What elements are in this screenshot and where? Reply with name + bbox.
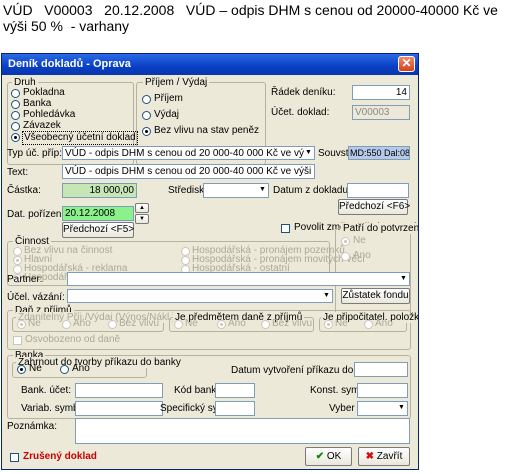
castka-field[interactable]: 18 000,00 bbox=[62, 183, 137, 198]
poznamka-field[interactable] bbox=[75, 418, 410, 444]
checkbox-icon bbox=[10, 453, 19, 462]
ok-button[interactable]: ✔ OK bbox=[305, 447, 352, 466]
close-button[interactable]: ✕ bbox=[398, 56, 415, 72]
radio-icon bbox=[181, 256, 190, 265]
dat-porizeni-label: Dat. pořízení: bbox=[7, 209, 68, 220]
radio-icon bbox=[17, 365, 26, 374]
zdanitelny-bez-vlivu-option[interactable]: Bez vlivu bbox=[108, 318, 160, 329]
zahrnout-ne-option[interactable]: Ne bbox=[17, 363, 52, 375]
zavrit-button[interactable]: ✖ Zavřít bbox=[358, 447, 410, 466]
bank-ucet-label: Bank. účet: bbox=[21, 385, 72, 396]
checkbox-icon bbox=[281, 224, 290, 233]
pripocitatel-ne-option[interactable]: Ne bbox=[324, 318, 359, 329]
radio-icon bbox=[11, 111, 20, 120]
variab-symbol-field[interactable] bbox=[75, 401, 163, 416]
ucet-doklad-label: Účet. doklad: bbox=[271, 107, 330, 118]
bez-vlivu-option[interactable]: Bez vlivu na stav peněz bbox=[142, 125, 262, 137]
castka-label: Částka: bbox=[7, 185, 41, 196]
date-spin-up-button[interactable]: ▲ bbox=[135, 203, 149, 213]
souvst-field: MD:550 Dal:080 bbox=[348, 146, 410, 160]
predmet-ano-option[interactable]: Ano bbox=[217, 318, 252, 329]
checkbox-icon bbox=[13, 336, 22, 345]
predmet-bez-vlivu-option[interactable]: Bez vlivu bbox=[261, 318, 313, 329]
radio-icon bbox=[13, 256, 22, 265]
stredisko-select[interactable]: ▼ bbox=[203, 183, 269, 198]
zdanitelny-ano-option[interactable]: Ano bbox=[62, 318, 97, 329]
radio-icon bbox=[142, 95, 151, 104]
radio-icon bbox=[174, 320, 183, 329]
radio-icon bbox=[261, 320, 270, 329]
radio-icon bbox=[11, 100, 20, 109]
ucel-vazani-select[interactable]: ▼ bbox=[67, 289, 333, 303]
datum-z-dokladu-field[interactable] bbox=[347, 183, 409, 198]
predchozi-f5-button[interactable]: Předchozí <F5> bbox=[62, 222, 134, 238]
datum-vytvoreni-field[interactable] bbox=[354, 362, 408, 377]
patri-ano-option[interactable]: Ano bbox=[341, 250, 381, 262]
predmet-ne-option[interactable]: Ne bbox=[174, 318, 209, 329]
prijem-vydaj-legend: Příjem / Výdaj bbox=[143, 77, 210, 88]
text-field[interactable]: VÚD - odpis DHM s cenou od 20 000-40 000… bbox=[62, 164, 315, 179]
zruseny-doklad-checkbox[interactable]: Zrušený doklad bbox=[10, 451, 120, 464]
souvst-label: Souvst: bbox=[318, 148, 352, 159]
prijem-option[interactable]: Příjem bbox=[142, 93, 252, 105]
date-spin-down-button[interactable]: ▼ bbox=[135, 214, 149, 224]
chevron-down-icon: ▼ bbox=[322, 290, 331, 302]
dialog-window: Deník dokladů - Oprava ✕ Druh Pokladna B… bbox=[1, 53, 419, 470]
title-bar: Deník dokladů - Oprava ✕ bbox=[2, 54, 418, 75]
konst-sym-field[interactable] bbox=[357, 383, 408, 398]
text-label: Text: bbox=[7, 167, 29, 178]
radio-icon bbox=[11, 133, 20, 142]
radio-icon bbox=[364, 320, 373, 329]
chevron-down-icon: ▼ bbox=[399, 273, 408, 285]
radio-icon bbox=[181, 247, 190, 256]
radek-deniku-field[interactable]: 14 bbox=[352, 85, 410, 100]
radio-icon bbox=[142, 127, 151, 136]
radio-icon bbox=[142, 111, 151, 120]
bank-ucet-field[interactable] bbox=[75, 383, 163, 398]
poznamka-label: Poznámka: bbox=[7, 421, 58, 432]
window-title: Deník dokladů - Oprava bbox=[8, 58, 131, 70]
document-caption: VÚD V00003 20.12.2008 VÚD – odpis DHM s … bbox=[3, 2, 502, 34]
radio-icon bbox=[11, 89, 20, 98]
pripocitatel-ano-option[interactable]: Ano bbox=[364, 318, 399, 329]
zustatek-fondu-button[interactable]: Zůstatek fondu bbox=[341, 288, 410, 304]
radio-icon bbox=[108, 320, 117, 329]
ucel-vazani-label: Účel. vázání: bbox=[7, 292, 65, 303]
radio-icon bbox=[217, 320, 226, 329]
radio-icon bbox=[62, 320, 71, 329]
ucet-doklad-field: V00003 bbox=[352, 105, 410, 120]
patri-do-potvrzeni-legend: Patří do potvrzení bbox=[341, 223, 418, 234]
druh-option-vseobecny[interactable]: Všeobecný účetní doklad bbox=[11, 131, 138, 145]
datum-z-dokladu-label: Datum z dokladu: bbox=[273, 185, 351, 196]
zahrnout-ano-option[interactable]: Ano bbox=[60, 363, 100, 375]
partner-label: Partner: bbox=[7, 274, 43, 285]
typ-uc-pr-label: Typ úč. příp: bbox=[7, 148, 63, 159]
radio-icon bbox=[13, 247, 22, 256]
close-x-icon: ✖ bbox=[365, 451, 375, 462]
radio-icon bbox=[324, 320, 333, 329]
vydaj-option[interactable]: Výdaj bbox=[142, 109, 252, 121]
radio-icon bbox=[60, 365, 69, 374]
zdanitelny-ne-option[interactable]: Ne bbox=[17, 318, 52, 329]
chevron-down-icon: ▼ bbox=[258, 184, 267, 196]
specificky-sym-field[interactable] bbox=[215, 401, 255, 416]
radio-icon bbox=[13, 265, 22, 274]
radek-deniku-label: Řádek deníku: bbox=[271, 87, 336, 98]
typ-uc-pr-value: VÚD - odpis DHM s cenou od 20 000-40 000… bbox=[65, 148, 315, 159]
osvobozeno-checkbox[interactable]: Osvobozeno od daně bbox=[13, 334, 123, 346]
chevron-down-icon: ▼ bbox=[304, 147, 313, 159]
check-icon: ✔ bbox=[315, 451, 325, 462]
dat-porizeni-field[interactable]: 20.12.2008 bbox=[62, 206, 134, 221]
radio-icon bbox=[341, 237, 350, 246]
radio-icon bbox=[11, 122, 20, 131]
radio-icon bbox=[341, 252, 350, 261]
chevron-down-icon: ▼ bbox=[397, 402, 406, 414]
typ-uc-pr-select[interactable]: VÚD - odpis DHM s cenou od 20 000-40 000… bbox=[62, 146, 315, 160]
radio-icon bbox=[17, 320, 26, 329]
partner-select[interactable]: ▼ bbox=[67, 272, 410, 286]
kod-banky-field[interactable] bbox=[215, 383, 255, 398]
vyber-bs-select[interactable]: ▼ bbox=[357, 401, 408, 416]
patri-ne-option[interactable]: Ne bbox=[341, 235, 381, 247]
predchozi-f6-button[interactable]: Předchozí <F6> bbox=[338, 199, 410, 215]
